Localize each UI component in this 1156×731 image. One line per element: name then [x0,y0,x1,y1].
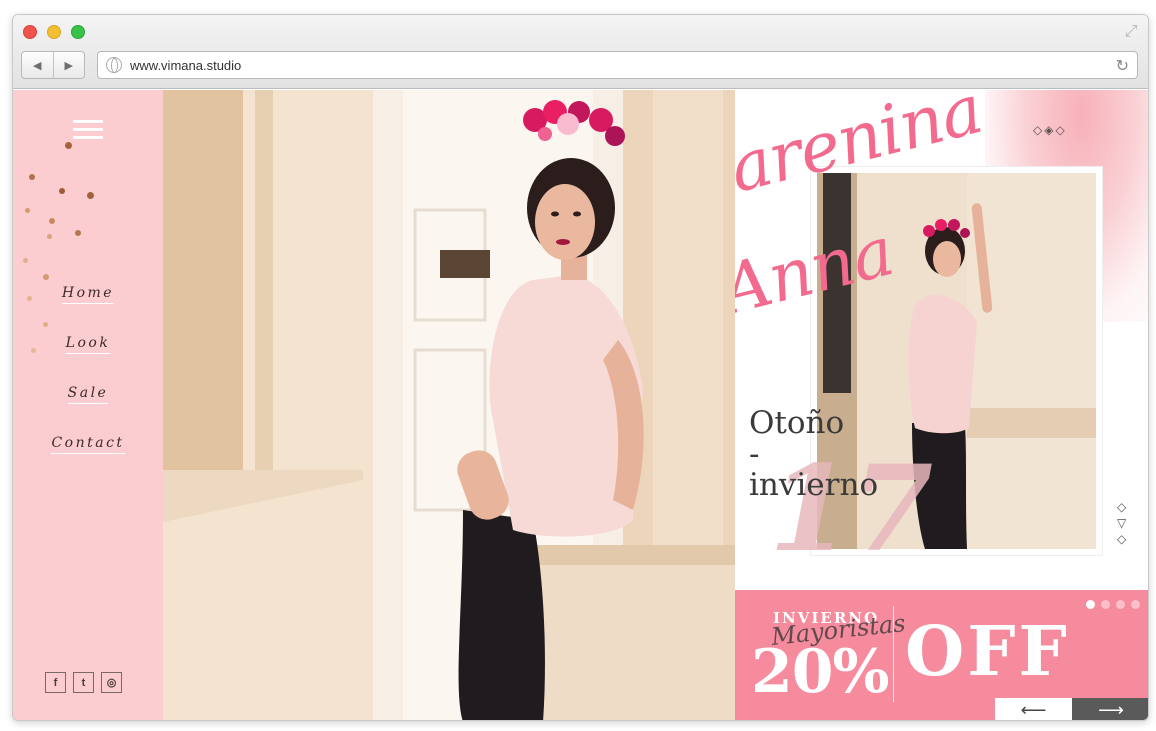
confetti-dot [47,234,52,239]
slider-dot[interactable] [1086,600,1095,609]
hero-photo-illustration [163,90,736,720]
chevron-right-icon: ▶ [64,59,73,72]
confetti-dot [87,192,94,199]
browser-window: ⤢ ◀ ▶ www.vimana.studio ↻ Home Look Sale… [12,14,1149,721]
slider-dot[interactable] [1131,600,1140,609]
slider-dots [1086,600,1140,609]
confetti-dot [75,230,81,236]
collection-panel: ◇ ◈ ◇ Karenina Anna 17 Otoño - invierno … [735,90,1148,720]
slider-dot[interactable] [1101,600,1110,609]
reload-icon[interactable]: ↻ [1116,56,1129,76]
chevron-left-icon: ◀ [33,59,42,72]
arrow-left-icon: ⟵ [1020,699,1047,720]
history-buttons: ◀ ▶ [21,51,85,79]
collection-season: Otoño - invierno [749,405,879,503]
nav-sale[interactable]: Sale [13,385,163,435]
confetti-dot [43,274,49,280]
nav-contact[interactable]: Contact [13,435,163,485]
confetti-dot [49,218,55,224]
hero-photo [163,90,736,720]
browser-toolbar: ⤢ ◀ ▶ www.vimana.studio ↻ [13,15,1148,89]
twitter-icon[interactable]: t [73,672,94,693]
promo-percent: 20% [751,637,890,707]
facebook-icon[interactable]: f [45,672,66,693]
slider-prev-button[interactable]: ⟵ [995,698,1072,720]
forward-button[interactable]: ▶ [52,52,85,78]
confetti-dot [29,174,35,180]
sidebar: Home Look Sale Contact f t ◎ [13,90,163,720]
confetti-dot [65,142,72,149]
hamburger-menu-icon[interactable] [73,120,103,142]
close-window-button[interactable] [23,25,37,39]
slider-dot[interactable] [1116,600,1125,609]
confetti-dot [23,258,28,263]
arrow-right-icon: ⟶ [1098,699,1124,720]
promo-banner[interactable]: INVIERNO Mayoristas 20% OFF ⟵ ⟶ [735,590,1148,720]
diamond-stack-icon: ◇ ▽ ◇ [1117,500,1127,546]
slider-next-button[interactable]: ⟶ [1072,698,1148,720]
address-bar[interactable]: www.vimana.studio ↻ [97,51,1138,79]
website: Home Look Sale Contact f t ◎ ◇ ◈ ◇ Karen… [13,90,1148,720]
maximize-window-button[interactable] [71,25,85,39]
minimize-window-button[interactable] [47,25,61,39]
back-button[interactable]: ◀ [22,52,53,78]
main-nav: Home Look Sale Contact [13,285,163,485]
confetti-dot [25,208,30,213]
social-links: f t ◎ [45,672,122,693]
promo-off: OFF [905,612,1070,692]
instagram-icon[interactable]: ◎ [101,672,122,693]
confetti-dot [59,188,65,194]
nav-look[interactable]: Look [13,335,163,385]
expand-icon[interactable]: ⤢ [1122,23,1140,41]
promo-divider [893,606,894,702]
diamond-ornament-icon: ◇ ◈ ◇ [1033,123,1065,137]
globe-icon [106,57,122,73]
nav-home[interactable]: Home [13,285,163,335]
url-text[interactable]: www.vimana.studio [130,58,241,73]
